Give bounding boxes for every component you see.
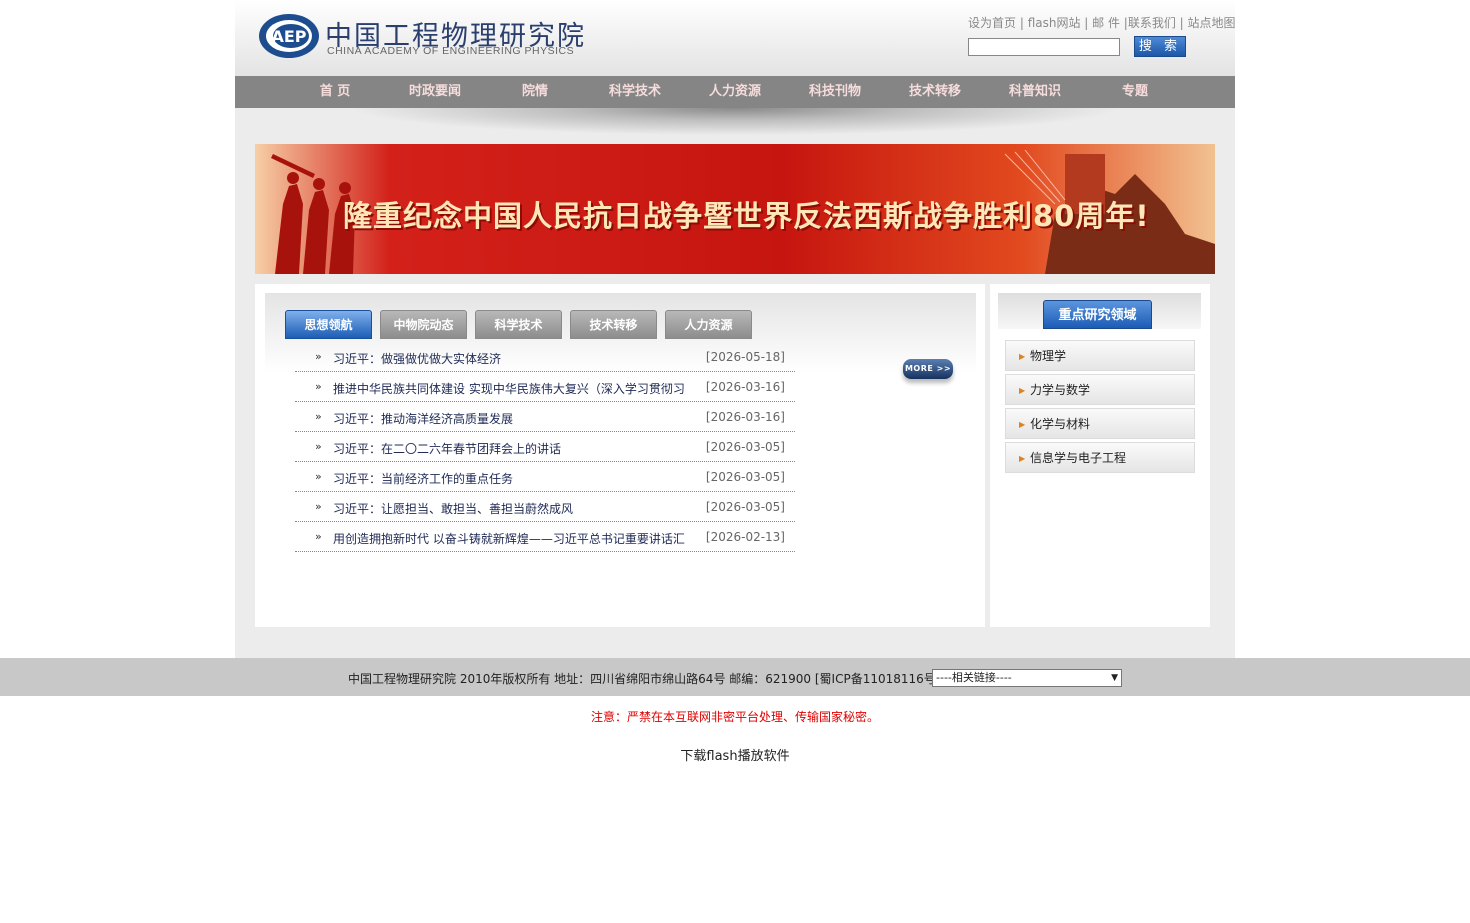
research-item-label: 化学与材料	[1030, 417, 1091, 431]
news-item[interactable]: » 推进中华民族共同体建设 实现中华民族伟大复兴（深入学习贯彻习 [2026-0…	[295, 372, 795, 402]
news-date: [2026-03-16]	[705, 380, 785, 394]
news-list: » 习近平：做强做优做大实体经济 [2026-05-18] » 推进中华民族共同…	[295, 342, 795, 552]
arrow-right-icon: ▶	[1019, 454, 1026, 463]
page-wrapper: AEP 中国工程物理研究院 CHINA ACADEMY OF ENGINEERI…	[235, 0, 1236, 658]
nav-home[interactable]: 首 页	[285, 76, 385, 108]
separator: |	[1175, 16, 1188, 30]
research-areas-header: 重点研究领域	[998, 293, 1201, 329]
banner-title: 隆重纪念中国人民抗日战争暨世界反法西斯战争胜利80周年!	[343, 199, 1150, 233]
bullet-icon: »	[315, 350, 322, 363]
logo-english-name: CHINA ACADEMY OF ENGINEERING PHYSICS	[327, 45, 575, 57]
bullet-icon: »	[315, 470, 322, 483]
research-item-label: 力学与数学	[1030, 383, 1091, 397]
news-title[interactable]: 用创造拥抱新时代 以奋斗铸就新辉煌——习近平总书记重要讲话汇	[333, 530, 688, 547]
news-title[interactable]: 习近平：做强做优做大实体经济	[333, 350, 688, 367]
news-date: [2026-03-16]	[705, 410, 785, 424]
nav-special-topics[interactable]: 专题	[1085, 76, 1185, 108]
nav-current-affairs[interactable]: 时政要闻	[385, 76, 485, 108]
site-header: AEP 中国工程物理研究院 CHINA ACADEMY OF ENGINEERI…	[235, 0, 1236, 76]
research-item-physics[interactable]: ▶ 物理学	[1005, 340, 1195, 371]
research-item-mechanics-math[interactable]: ▶ 力学与数学	[1005, 374, 1195, 405]
search-input[interactable]	[968, 38, 1120, 56]
tab-human-resources[interactable]: 人力资源	[665, 310, 752, 339]
nav-institute-info[interactable]: 院情	[485, 76, 585, 108]
more-button[interactable]: MORE >>	[903, 359, 953, 379]
related-links-select[interactable]: ----相关链接---- ▼	[932, 669, 1122, 687]
research-item-chemistry-materials[interactable]: ▶ 化学与材料	[1005, 408, 1195, 439]
news-item[interactable]: » 习近平：推动海洋经济高质量发展 [2026-03-16]	[295, 402, 795, 432]
commemoration-banner[interactable]: 隆重纪念中国人民抗日战争暨世界反法西斯战争胜利80周年!	[255, 144, 1215, 274]
chevron-down-icon: ▼	[1111, 673, 1118, 683]
nav-tech-transfer[interactable]: 技术转移	[885, 76, 985, 108]
tab-thought-guide[interactable]: 思想领航	[285, 310, 372, 339]
arrow-right-icon: ▶	[1019, 352, 1026, 361]
top-links: 设为首页 | flash网站 | 邮 件 |联系我们 | 站点地图	[968, 14, 1236, 31]
logo-mark-icon: AEP	[259, 14, 319, 58]
news-item[interactable]: » 习近平：让愿担当、敢担当、善担当蔚然成风 [2026-03-05]	[295, 492, 795, 522]
arrow-right-icon: ▶	[1019, 420, 1026, 429]
research-item-info-electronics[interactable]: ▶ 信息学与电子工程	[1005, 442, 1195, 473]
news-item[interactable]: » 用创造拥抱新时代 以奋斗铸就新辉煌——习近平总书记重要讲话汇 [2026-0…	[295, 522, 795, 552]
arrow-right-icon: ▶	[1019, 386, 1026, 395]
research-item-label: 信息学与电子工程	[1030, 451, 1127, 465]
news-item[interactable]: » 习近平：做强做优做大实体经济 [2026-05-18]	[295, 342, 795, 372]
news-title[interactable]: 习近平：在二〇二六年春节团拜会上的讲话	[333, 440, 688, 457]
bullet-icon: »	[315, 500, 322, 513]
bullet-icon: »	[315, 530, 322, 543]
flash-download-link[interactable]: 下载flash播放软件	[0, 745, 1470, 764]
logo-mark-text: AEP	[271, 27, 306, 46]
research-areas-title[interactable]: 重点研究领域	[1043, 300, 1152, 329]
news-title[interactable]: 习近平：推动海洋经济高质量发展	[333, 410, 688, 427]
mail-link[interactable]: 邮 件	[1092, 16, 1120, 30]
separator: |	[1080, 16, 1093, 30]
research-areas-panel: 重点研究领域 ▶ 物理学 ▶ 力学与数学 ▶ 化学与材料 ▶ 信息学与电子工程	[990, 284, 1210, 627]
news-item[interactable]: » 习近平：在二〇二六年春节团拜会上的讲话 [2026-03-05]	[295, 432, 795, 462]
set-homepage-link[interactable]: 设为首页	[968, 16, 1016, 30]
flash-site-link[interactable]: flash网站	[1028, 16, 1081, 30]
nav-science-tech[interactable]: 科学技术	[585, 76, 685, 108]
tab-academy-news[interactable]: 中物院动态	[380, 310, 467, 339]
news-title[interactable]: 推进中华民族共同体建设 实现中华民族伟大复兴（深入学习贯彻习	[333, 380, 688, 397]
news-title[interactable]: 习近平：当前经济工作的重点任务	[333, 470, 688, 487]
sitemap-link[interactable]: 站点地图	[1188, 16, 1236, 30]
bullet-icon: »	[315, 440, 322, 453]
footer: 中国工程物理研究院 2010年版权所有 地址：四川省绵阳市绵山路64号 邮编：6…	[0, 658, 1470, 696]
separator: |	[1119, 16, 1128, 30]
news-date: [2026-03-05]	[705, 470, 785, 484]
nav-shadow	[255, 108, 1215, 142]
bullet-icon: »	[315, 410, 322, 423]
news-title[interactable]: 习近平：让愿担当、敢担当、善担当蔚然成风	[333, 500, 688, 517]
security-notice: 注意：严禁在本互联网非密平台处理、传输国家秘密。	[590, 710, 879, 724]
main-nav: 首 页 时政要闻 院情 科学技术 人力资源 科技刊物 技术转移 科普知识 专题	[235, 76, 1235, 108]
news-date: [2026-05-18]	[705, 350, 785, 364]
bullet-icon: »	[315, 380, 322, 393]
search-button[interactable]: 搜 索	[1134, 36, 1186, 57]
contact-link[interactable]: 联系我们	[1128, 16, 1176, 30]
news-date: [2026-03-05]	[705, 440, 785, 454]
site-logo[interactable]: AEP 中国工程物理研究院 CHINA ACADEMY OF ENGINEERI…	[257, 10, 584, 62]
select-value: ----相关链接----	[936, 671, 1012, 684]
news-date: [2026-02-13]	[705, 530, 785, 544]
nav-journals[interactable]: 科技刊物	[785, 76, 885, 108]
nav-popular-science[interactable]: 科普知识	[985, 76, 1085, 108]
separator: |	[1016, 16, 1028, 30]
news-date: [2026-03-05]	[705, 500, 785, 514]
tab-tech-transfer[interactable]: 技术转移	[570, 310, 657, 339]
footer-copyright: 中国工程物理研究院 2010年版权所有 地址：四川省绵阳市绵山路64号 邮编：6…	[348, 672, 953, 686]
nav-human-resources[interactable]: 人力资源	[685, 76, 785, 108]
news-item[interactable]: » 习近平：当前经济工作的重点任务 [2026-03-05]	[295, 462, 795, 492]
research-item-label: 物理学	[1030, 349, 1067, 363]
tab-science-tech[interactable]: 科学技术	[475, 310, 562, 339]
news-panel: 思想领航 中物院动态 科学技术 技术转移 人力资源 » 习近平：做强做优做大实体…	[255, 284, 985, 627]
